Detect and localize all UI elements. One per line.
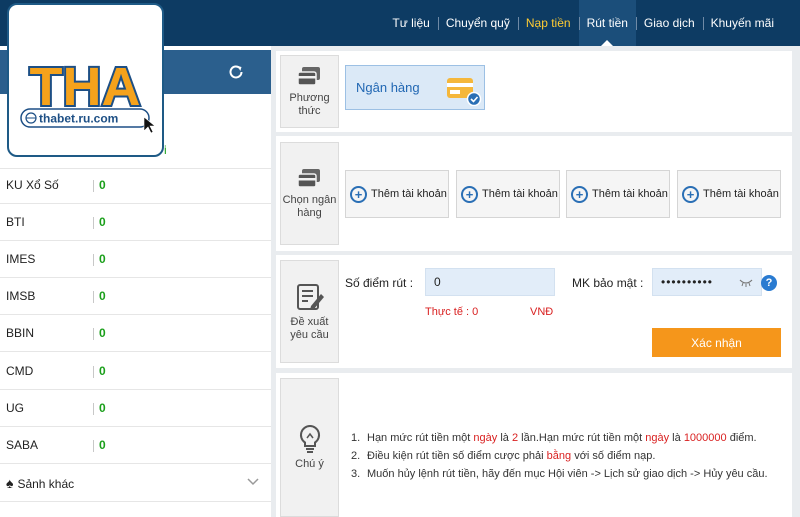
note-item-3: 3. Muốn hủy lệnh rút tiền, hãy đến mục H… xyxy=(351,468,768,480)
points-label: Số điểm rút : xyxy=(345,276,414,290)
notes-tile: Chú ý xyxy=(280,378,339,517)
currency-label: VNĐ xyxy=(530,306,554,318)
points-input[interactable]: 0 xyxy=(425,268,555,296)
logo-graphic: THA thabet.ru.com xyxy=(20,55,156,134)
game-score: 0 xyxy=(99,326,106,340)
game-name: SABA xyxy=(6,438,39,452)
game-name: UG xyxy=(6,401,24,415)
sidebar-row-bbin: BBIN 0 xyxy=(0,315,271,352)
nav-giao-dich[interactable]: Giao dịch xyxy=(635,0,703,46)
add-account-button-1[interactable]: + Thêm tài khoản xyxy=(345,170,449,218)
method-bank-option[interactable]: Ngân hàng xyxy=(345,65,485,110)
password-mask: •••••••••• xyxy=(661,275,714,289)
notes-list: 1. Hạn mức rút tiền một ngày là 2 lần.Hạ… xyxy=(351,429,781,483)
sidebar-row-ku-xo-so: KU Xổ Số 0 xyxy=(0,167,271,204)
plus-circle-icon: + xyxy=(350,185,367,203)
request-tile: Đề xuất yêu cầu xyxy=(280,260,339,363)
nav-chuyen-quy[interactable]: Chuyển quỹ xyxy=(437,0,518,46)
sidebar-row-imes: IMES 0 xyxy=(0,241,271,278)
spade-icon: ♠ xyxy=(6,475,14,491)
refresh-icon[interactable] xyxy=(228,64,244,80)
method-tile-label: Phương thức xyxy=(289,91,330,117)
sidebar-row-cmd: CMD 0 xyxy=(0,353,271,390)
sidebar-row-imsb: IMSB 0 xyxy=(0,278,271,315)
sidebar-row-bti: BTI 0 xyxy=(0,204,271,241)
notes-panel: Chú ý 1. Hạn mức rút tiền một ngày là 2 … xyxy=(276,373,792,517)
sidebar-row-ug: UG 0 xyxy=(0,390,271,427)
top-nav: Tư liệu Chuyển quỹ Nạp tiền Rút tiền Gia… xyxy=(384,0,782,46)
sidebar-row-saba: SABA 0 xyxy=(0,427,271,464)
nav-rut-tien[interactable]: Rút tiền xyxy=(578,0,636,46)
help-icon[interactable]: ? xyxy=(761,275,777,291)
plus-circle-icon: + xyxy=(682,185,699,203)
game-name: KU Xổ Số xyxy=(6,178,59,192)
chevron-down-icon[interactable] xyxy=(247,478,259,486)
note-item-2: 2. Điều kiện rút tiền số điểm cược phải … xyxy=(351,450,656,462)
game-name: CMD xyxy=(6,364,34,378)
game-score: 0 xyxy=(99,364,106,378)
withdraw-request-panel: Đề xuất yêu cầu Số điểm rút : 0 MK bảo m… xyxy=(276,255,792,368)
method-tile: Phương thức xyxy=(280,55,339,128)
logo-text: THA xyxy=(30,57,141,117)
notes-tile-label: Chú ý xyxy=(295,458,324,470)
choose-bank-tile: Chọn ngân hàng xyxy=(280,142,339,245)
game-name: IMSB xyxy=(6,289,36,303)
game-name: BBIN xyxy=(6,326,35,340)
edit-document-icon xyxy=(296,283,324,310)
add-account-button-3[interactable]: + Thêm tài khoản xyxy=(566,170,670,218)
plus-circle-icon: + xyxy=(571,185,588,203)
confirm-button[interactable]: Xác nhận xyxy=(652,328,781,357)
lightbulb-icon xyxy=(299,424,320,453)
game-name: IMES xyxy=(6,252,36,266)
note-item-1: 1. Hạn mức rút tiền một ngày là 2 lần.Hạ… xyxy=(351,432,757,444)
request-tile-label: Đề xuất yêu cầu xyxy=(290,315,329,341)
choose-bank-label: Chọn ngân hàng xyxy=(282,193,337,219)
security-password-label: MK bảo mật : xyxy=(572,276,644,290)
actual-amount-text: Thực tế : 0 xyxy=(425,306,479,318)
game-score: 0 xyxy=(99,401,106,415)
method-bank-label: Ngân hàng xyxy=(356,80,420,95)
game-score: 0 xyxy=(99,289,106,303)
bank-card-icon xyxy=(447,78,482,106)
nav-tu-lieu[interactable]: Tư liệu xyxy=(384,0,437,46)
game-score: 0 xyxy=(99,252,106,266)
game-score: 0 xyxy=(99,178,106,192)
choose-bank-panel: Chọn ngân hàng + Thêm tài khoản + Thêm tài… xyxy=(276,136,792,251)
site-logo[interactable]: THA thabet.ru.com xyxy=(7,3,164,157)
sidebar-row-sanh-khac[interactable]: ♠ Sảnh khác xyxy=(0,465,271,502)
add-account-button-4[interactable]: + Thêm tài khoản xyxy=(677,170,781,218)
plus-circle-icon: + xyxy=(461,185,478,203)
security-password-input[interactable]: •••••••••• xyxy=(652,268,762,296)
card-icon xyxy=(296,168,320,188)
card-icon xyxy=(296,66,320,86)
partial-row-text: i xyxy=(164,143,167,157)
other-lobbies-label: ♠ Sảnh khác xyxy=(6,475,75,491)
nav-nap-tien[interactable]: Nạp tiền xyxy=(517,0,579,46)
game-score: 0 xyxy=(99,438,106,452)
nav-khuyen-mai[interactable]: Khuyến mãi xyxy=(702,0,782,46)
add-account-button-2[interactable]: + Thêm tài khoản xyxy=(456,170,560,218)
game-score: 0 xyxy=(99,215,106,229)
eye-hidden-icon[interactable] xyxy=(739,279,753,287)
game-name: BTI xyxy=(6,215,25,229)
payment-method-panel: Phương thức Ngân hàng xyxy=(276,51,792,132)
logo-domain: thabet.ru.com xyxy=(39,112,118,126)
